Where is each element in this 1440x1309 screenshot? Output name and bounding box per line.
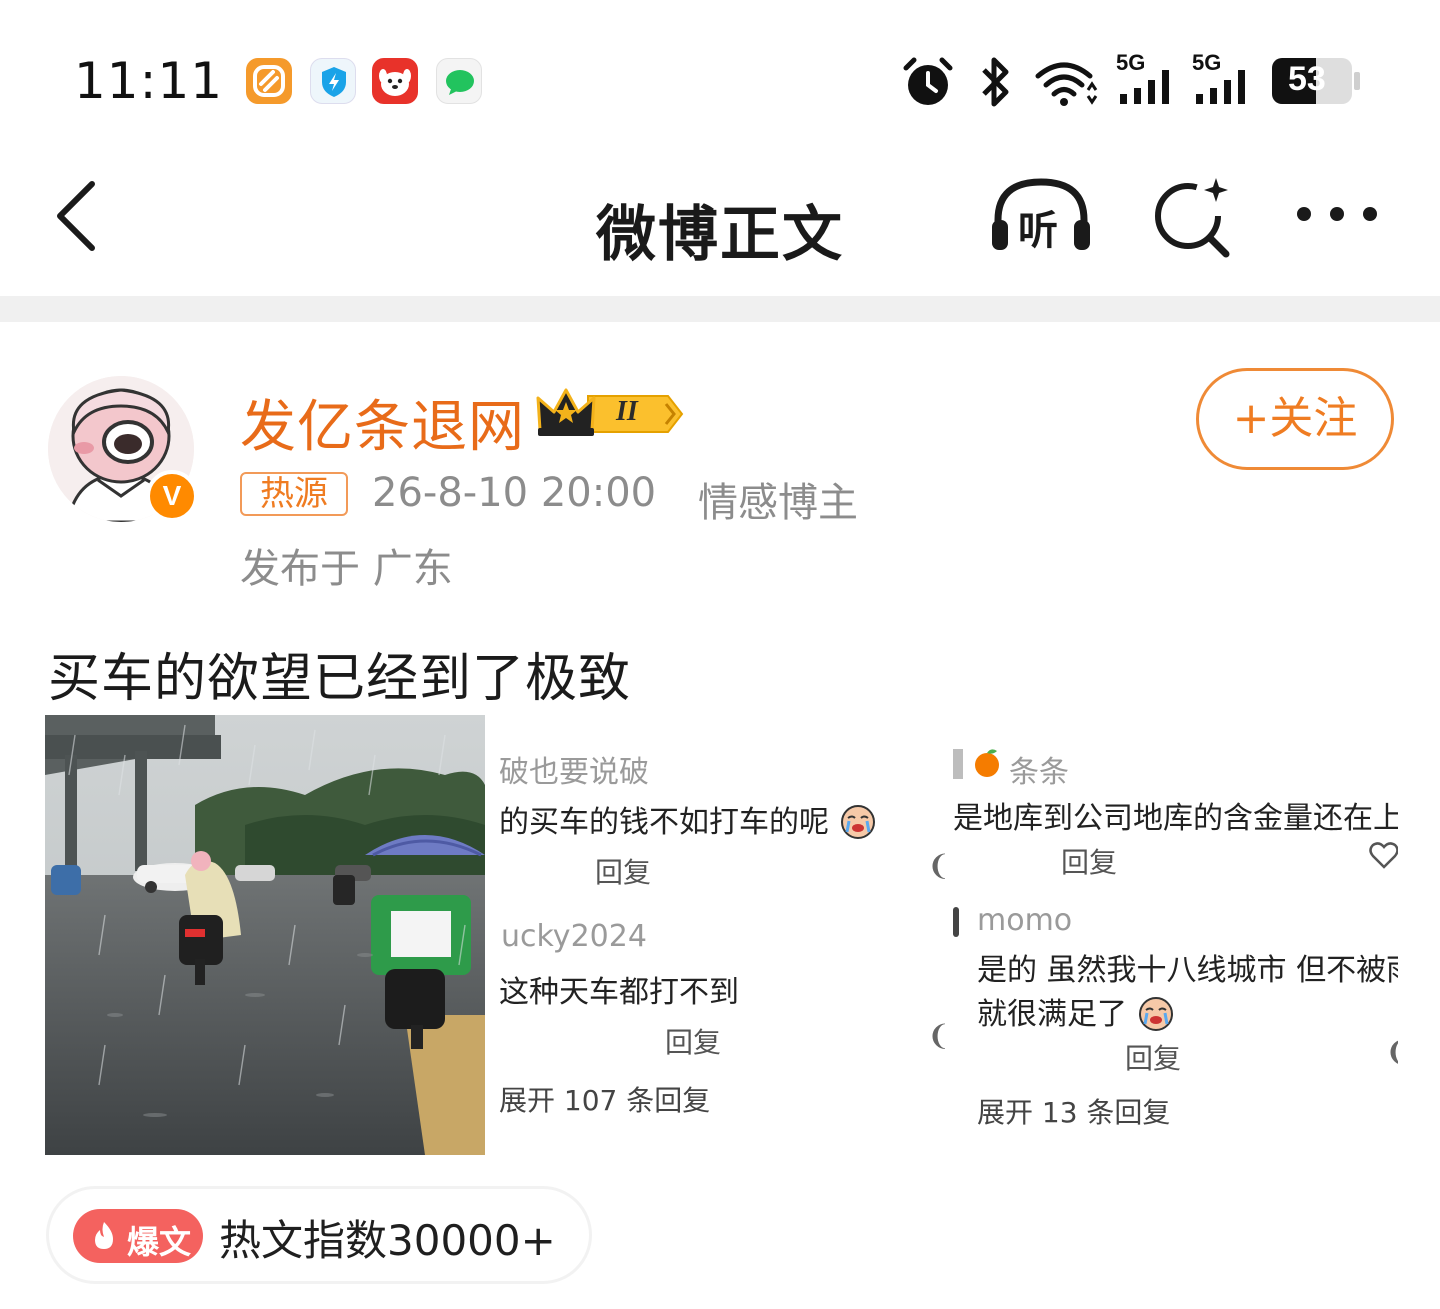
author-name[interactable]: 发亿条退网 bbox=[240, 382, 525, 463]
comment-text-content: 的买车的钱不如打车的呢 bbox=[499, 805, 829, 840]
author-role: 情感博主 bbox=[698, 480, 858, 526]
reply-link: 回复 bbox=[595, 856, 652, 889]
comment-username: 破也要说破 bbox=[499, 755, 649, 790]
post-location: 发布于 广东 bbox=[240, 546, 453, 592]
more-button[interactable] bbox=[1292, 202, 1382, 226]
comment-text: 是地库到公司地库的含金量还在上升 bbox=[953, 801, 1398, 836]
nav-bar: 微博正文 听 bbox=[0, 150, 1440, 296]
reply-link: 回复 bbox=[1061, 846, 1118, 879]
listen-button[interactable]: 听 bbox=[988, 176, 1094, 256]
comment-username: 条条 bbox=[1009, 755, 1069, 790]
user-avatar-fragment bbox=[953, 749, 963, 779]
status-time: 11:11 bbox=[74, 52, 224, 110]
post-time: 26-8-10 20:00 bbox=[372, 470, 657, 516]
search-button[interactable] bbox=[1150, 174, 1234, 258]
follow-button[interactable]: +关注 bbox=[1196, 368, 1394, 470]
section-divider bbox=[0, 296, 1440, 322]
crying-face-icon bbox=[840, 805, 875, 839]
comment-text: 这种天车都打不到 bbox=[499, 975, 739, 1010]
comment-text: 的买车的钱不如打车的呢 bbox=[499, 797, 877, 841]
post-image-rain-street[interactable] bbox=[45, 715, 485, 1155]
comment-text: 就很满足了 bbox=[977, 989, 1175, 1033]
user-avatar-fragment bbox=[953, 907, 959, 937]
signal-2: 5G bbox=[1192, 50, 1254, 110]
shield-app-icon bbox=[310, 58, 356, 104]
signal-bars-icon bbox=[1196, 70, 1245, 104]
expand-replies: 展开 107 条回复 bbox=[499, 1084, 711, 1117]
reply-link: 回复 bbox=[665, 1026, 722, 1059]
like-heart-icon: ❨ bbox=[1385, 1035, 1398, 1068]
more-dots-icon bbox=[1297, 207, 1377, 221]
search-sparkle-icon bbox=[1155, 178, 1230, 258]
comment-text-content: 就很满足了 bbox=[977, 997, 1127, 1032]
alarm-icon bbox=[903, 57, 953, 105]
post-image-comments-2[interactable]: 条条 是地库到公司地库的含金量还在上升 回复 momo 是的 虽然我十八线城市 … bbox=[953, 715, 1398, 1155]
post-text: 买车的欲望已经到了极致 bbox=[48, 649, 632, 709]
battery-level: 53 bbox=[1288, 60, 1326, 98]
crying-face-icon bbox=[1138, 997, 1173, 1031]
signal-bars-icon bbox=[1120, 70, 1169, 104]
heart-icon bbox=[1369, 842, 1398, 869]
dog-app-icon bbox=[372, 58, 418, 104]
signal-1: 5G bbox=[1116, 50, 1178, 110]
like-heart-icon: ❨ bbox=[927, 1019, 945, 1052]
flame-icon bbox=[95, 1222, 113, 1249]
bluetooth-icon bbox=[982, 57, 1009, 107]
viral-article-label: 爆文 bbox=[127, 1223, 192, 1261]
hot-source-tag: 热源 bbox=[240, 472, 348, 516]
post-image-comments-1[interactable]: 破也要说破 的买车的钱不如打车的呢 回复 ❨ ucky2024 这种天车都打不到… bbox=[495, 715, 945, 1155]
verified-badge-icon: V bbox=[146, 470, 198, 522]
level-label: II bbox=[616, 396, 638, 427]
rain-street-photo bbox=[45, 715, 485, 1155]
comment-username: momo bbox=[977, 903, 1073, 938]
listen-label: 听 bbox=[1018, 208, 1058, 254]
crown-icon bbox=[536, 388, 684, 436]
expand-replies: 展开 13 条回复 bbox=[977, 1096, 1171, 1129]
comment-text: 是的 虽然我十八线城市 但不被雨淋 bbox=[977, 953, 1398, 988]
reply-link: 回复 bbox=[1125, 1042, 1182, 1075]
battery-icon: 53 bbox=[1272, 58, 1362, 104]
crown-level-badge[interactable]: II bbox=[536, 384, 684, 440]
orange-app-icon bbox=[246, 58, 292, 104]
like-heart-icon: ❨ bbox=[927, 849, 945, 882]
comment-username: ucky2024 bbox=[501, 919, 647, 954]
status-bar: 11:11 5G 5G 53 bbox=[0, 0, 1440, 150]
wifi-icon bbox=[1035, 62, 1098, 106]
hot-index-chip[interactable]: 爆文 热文指数30000+ bbox=[46, 1186, 592, 1284]
viral-article-badge: 爆文 bbox=[73, 1209, 203, 1263]
chat-app-icon bbox=[436, 58, 482, 104]
orange-emoji-icon bbox=[975, 749, 999, 777]
hot-index-text: 热文指数30000+ bbox=[219, 1216, 556, 1265]
